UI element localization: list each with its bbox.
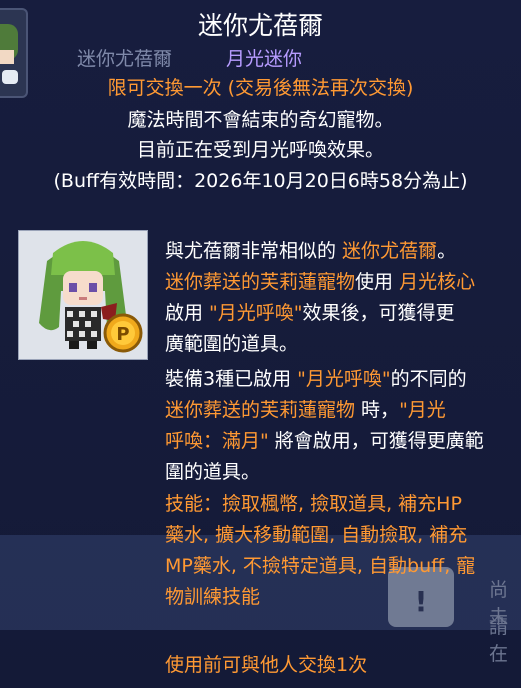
skills-line-3: MP藥水, 不撿特定道具, 自動buff, 寵 [165, 555, 476, 577]
svg-text:P: P [116, 324, 129, 345]
p-coin-icon: P [103, 313, 143, 353]
pet-portrait-icon: P [18, 230, 148, 360]
buff-expiry: (Buff有效時間：2026年10月20日6時58分為止) [53, 170, 468, 192]
desc-line-3: 啟用 "月光呼喚"效果後，可獲得更 [165, 302, 455, 324]
item-tooltip: ! 尚未 請在 迷你尤蓓爾 迷你尤蓓爾 月光迷你 限可交換一次 (交易後無法再次… [0, 0, 521, 688]
item-title: 迷你尤蓓爾 [197, 11, 323, 40]
item-subname: 迷你尤蓓爾 [77, 48, 173, 70]
desc-line-5: 裝備3種已啟用 "月光呼喚"的不同的 [165, 368, 467, 390]
flavor-line-1: 魔法時間不會結束的奇幻寵物。 [127, 109, 394, 131]
desc-line-1: 與尤蓓爾非常相似的 迷你尤蓓爾。 [165, 240, 457, 262]
skills-line-4: 物訓練技能 [165, 586, 261, 608]
skills-line-2: 藥水, 擴大移動範圍, 自動撿取, 補充 [165, 524, 468, 546]
trade-restriction: 限可交換一次 (交易後無法再次交換) [107, 77, 414, 99]
desc-line-7: 呼喚：滿月" 將會啟用，可獲得更廣範 [165, 430, 484, 452]
background-text-2: 請在 [489, 616, 509, 665]
desc-line-2: 迷你葬送的芙莉蓮寵物使用 月光核心 [165, 271, 476, 293]
desc-line-8: 圍的道具。 [165, 461, 261, 483]
item-subtag: 月光迷你 [226, 48, 303, 70]
flavor-line-2: 目前正在受到月光呼喚效果。 [136, 139, 384, 161]
trade-before-use: 使用前可與他人交換1次 [165, 654, 368, 676]
skills-line-1: 技能：撿取楓幣, 撿取道具, 補充HP [165, 493, 462, 515]
lock-mark: ! [414, 585, 428, 618]
desc-line-6: 迷你葬送的芙莉蓮寵物 時，"月光 [165, 399, 446, 421]
desc-line-4: 廣範圍的道具。 [165, 333, 299, 355]
